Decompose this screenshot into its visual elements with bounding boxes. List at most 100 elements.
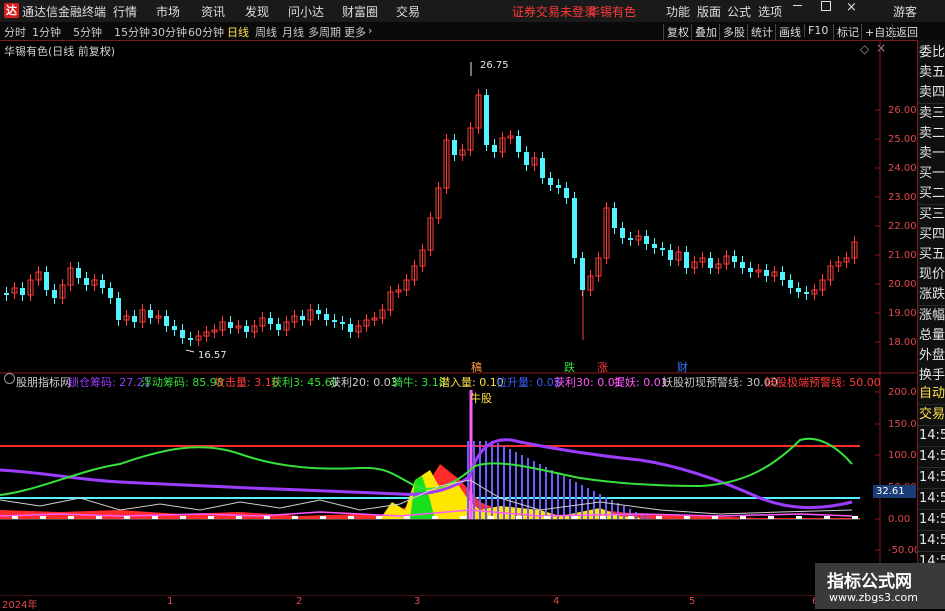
- bull-stock-signal: 牛股: [470, 392, 492, 405]
- baseline-dot: [180, 516, 186, 519]
- toolbar-back[interactable]: 返回: [892, 24, 918, 40]
- indicator-tick: 200.0: [888, 387, 917, 398]
- candle-body: [572, 198, 577, 258]
- date-tick: 1: [167, 596, 174, 607]
- event-marker[interactable]: 跌: [564, 359, 575, 375]
- baseline-dot: [404, 516, 410, 519]
- baseline-dot: [460, 516, 466, 519]
- candle-body: [580, 258, 585, 290]
- indicator-tick: 0.00: [888, 514, 911, 525]
- menu-ask[interactable]: 问小达: [288, 3, 324, 20]
- current-value-badge: 32.61: [873, 485, 916, 498]
- indicator-settings-icon[interactable]: [4, 373, 15, 384]
- event-marker[interactable]: 财: [677, 359, 688, 375]
- quote-field: 买二: [918, 184, 945, 206]
- candle-body: [100, 280, 105, 288]
- period-tab-daily[interactable]: 日线: [227, 24, 249, 40]
- menu-layout[interactable]: 版面: [697, 3, 721, 20]
- date-tick: 3: [414, 596, 421, 607]
- event-marker[interactable]: 涨: [597, 359, 608, 375]
- candle-body: [180, 330, 185, 338]
- candle-body: [276, 324, 281, 330]
- minimize-icon[interactable]: [793, 5, 802, 6]
- quote-field: 涨幅: [918, 305, 945, 327]
- menu-market[interactable]: 市场: [156, 3, 180, 20]
- legend-profit20: 获利20: 0.03: [330, 376, 398, 389]
- baseline-dot: [600, 516, 606, 519]
- quote-field: 14:56: [918, 468, 945, 489]
- indicator-tick: 150.0: [888, 419, 917, 430]
- menu-formula[interactable]: 公式: [727, 3, 751, 20]
- chevron-right-icon[interactable]: ›: [368, 24, 372, 37]
- period-tab-60min[interactable]: 60分钟: [188, 24, 224, 40]
- period-tab-5min[interactable]: 5分钟: [73, 24, 102, 40]
- date-tick: 5: [689, 596, 696, 607]
- menu-wealth[interactable]: 财富圈: [342, 3, 378, 20]
- quote-field: 现价: [918, 265, 945, 287]
- baseline-dot: [320, 516, 326, 519]
- period-tab-multi[interactable]: 多周期: [308, 24, 341, 40]
- menu-discover[interactable]: 发现: [245, 3, 269, 20]
- candle-body: [644, 236, 649, 244]
- period-tab-monthly[interactable]: 月线: [282, 24, 304, 40]
- baseline-dot: [628, 516, 634, 519]
- period-tab-1min[interactable]: 1分钟: [32, 24, 61, 40]
- toolbar-rights-adjust[interactable]: 复权: [663, 24, 689, 40]
- menu-trade[interactable]: 交易: [396, 3, 420, 20]
- candle-body: [108, 288, 113, 298]
- title-bar: 达 通达信金融终端 行情 市场 资讯 发现 问小达 财富圈 交易 证券交易未登录…: [0, 0, 945, 23]
- watermark: 指标公式网 www.zbgs3.com: [815, 563, 945, 609]
- baseline-dot: [236, 516, 242, 519]
- legend-ride-bull: 骑牛: 3.18: [392, 376, 446, 389]
- chart-canvas[interactable]: [0, 40, 918, 596]
- candle-body: [76, 268, 81, 278]
- quote-field: 14:56: [918, 426, 945, 447]
- price-tick: 18.00: [888, 337, 917, 348]
- toolbar-f10[interactable]: F10: [804, 24, 828, 37]
- candle-body: [740, 262, 745, 268]
- candle-body: [300, 316, 305, 320]
- candle-body: [340, 322, 345, 324]
- guest-user[interactable]: 游客: [893, 3, 917, 20]
- candle-body: [316, 310, 321, 314]
- close-icon[interactable]: ×: [846, 0, 857, 15]
- app-logo-icon: 达: [4, 3, 19, 18]
- date-tick: 2: [296, 596, 303, 607]
- indicator-canvas: [0, 390, 860, 520]
- menu-function[interactable]: 功能: [666, 3, 690, 20]
- quote-field: 总量: [918, 325, 945, 347]
- toolbar-drawing[interactable]: 画线: [775, 24, 801, 40]
- period-tab-30min[interactable]: 30分钟: [151, 24, 187, 40]
- baseline-dot: [796, 516, 802, 519]
- period-tab-15min[interactable]: 15分钟: [114, 24, 150, 40]
- event-marker[interactable]: 稿: [471, 359, 482, 375]
- price-tick: 21.00: [888, 250, 917, 261]
- menu-news[interactable]: 资讯: [201, 3, 225, 20]
- login-warning[interactable]: 证券交易未登录: [512, 3, 596, 20]
- period-tab-more[interactable]: 更多: [344, 24, 366, 40]
- candlestick-series: [4, 62, 858, 353]
- maximize-icon[interactable]: [821, 1, 831, 11]
- candle-body: [268, 318, 273, 324]
- toolbar-statistics[interactable]: 统计: [747, 24, 773, 40]
- toolbar-add-favorite[interactable]: +自选: [861, 24, 896, 40]
- period-tab-weekly[interactable]: 周线: [255, 24, 277, 40]
- price-tick: 23.00: [888, 192, 917, 203]
- indicator-name[interactable]: 股朋指标网: [16, 374, 71, 390]
- toolbar-overlay[interactable]: 叠加: [691, 24, 717, 40]
- period-tab-timeshare[interactable]: 分时: [4, 24, 26, 40]
- toolbar-mark[interactable]: 标记: [833, 24, 859, 40]
- menu-options[interactable]: 选项: [758, 3, 782, 20]
- quote-field: 买一: [918, 164, 945, 186]
- baseline-dot: [852, 516, 858, 519]
- low-price-label: 16.57: [198, 350, 227, 361]
- candle-body: [52, 290, 57, 298]
- quote-field: 外盘: [918, 346, 945, 367]
- candle-body: [540, 158, 545, 178]
- toolbar-multi-stock[interactable]: 多股: [719, 24, 745, 40]
- baseline-dot: [684, 516, 690, 519]
- baseline-dot: [712, 516, 718, 519]
- candle-body: [324, 314, 329, 320]
- menu-quotes[interactable]: 行情: [113, 3, 137, 20]
- quote-field: 交易: [918, 405, 945, 426]
